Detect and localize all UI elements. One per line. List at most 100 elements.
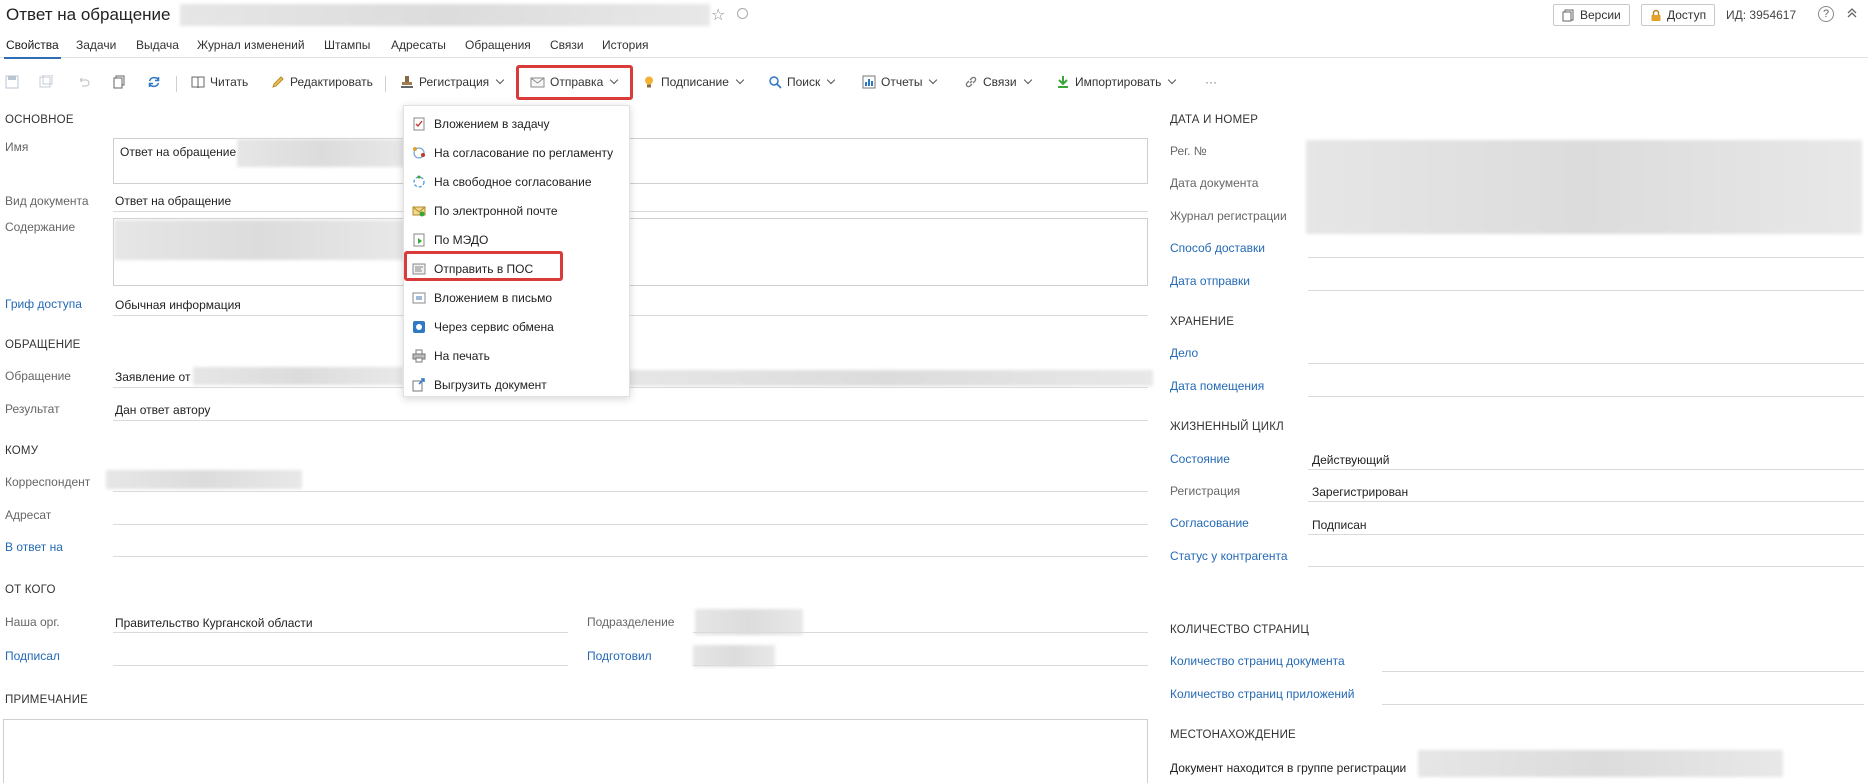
page-title: Ответ на обращение [6,5,171,24]
access-button[interactable]: Доступ [1641,4,1716,26]
collapse-icon[interactable] [1845,7,1859,21]
menu-item-attach-to-letter[interactable]: Вложением в письмо [412,288,552,308]
tab-appeals[interactable]: Обращения [465,38,531,52]
menu-item-regulated-approval[interactable]: На согласование по регламенту [412,143,613,163]
tab-addressees[interactable]: Адресаты [391,38,446,52]
save-icon[interactable] [5,75,19,89]
versions-label: Версии [1580,8,1621,22]
tab-change-log[interactable]: Журнал изменений [197,38,305,52]
name-value: Ответ на обращение [120,145,237,159]
menu-item-label: Вложением в задачу [434,117,550,131]
section-appeal: ОБРАЩЕНИЕ [5,339,81,351]
approval-link[interactable]: Согласование [1170,516,1249,530]
import-button[interactable]: Импортировать [1056,75,1177,89]
more-button[interactable]: ··· [1205,75,1217,89]
export-icon [412,378,425,392]
tab-links[interactable]: Связи [550,38,584,52]
section-date-number: ДАТА И НОМЕР [1170,114,1259,126]
pencil-icon [272,76,284,88]
stamp-icon [401,76,413,88]
free-approval-icon [413,175,425,188]
access-link[interactable]: Гриф доступа [5,297,82,311]
menu-item-attach-to-task[interactable]: Вложением в задачу [412,114,550,134]
result-value[interactable]: Дан ответ автору [115,403,210,417]
menu-item-export-document[interactable]: Выгрузить документ [412,375,547,395]
signed-link[interactable]: Подписал [5,649,60,663]
bulb-icon [645,76,653,88]
journal-label: Журнал регистрации [1170,209,1287,223]
menu-item-free-approval[interactable]: На свободное согласование [412,172,592,192]
help-icon[interactable]: ? [1818,6,1834,22]
doc-pages-link[interactable]: Количество страниц документа [1170,654,1345,668]
menu-item-label: По МЭДО [434,233,489,247]
section-location: МЕСТОНАХОЖДЕНИЕ [1170,729,1296,741]
reports-button[interactable]: Отчеты [862,75,938,89]
search-icon [769,76,782,89]
section-pages: КОЛИЧЕСТВО СТРАНИЦ [1170,624,1310,636]
menu-item-medo[interactable]: По МЭДО [412,230,488,250]
reg-data-redacted [1306,140,1862,234]
case-link[interactable]: Дело [1170,346,1198,360]
title-redacted [180,4,710,26]
menu-item-email[interactable]: По электронной почте [412,201,558,221]
tab-tasks[interactable]: Задачи [76,38,116,52]
reply-to-link[interactable]: В ответ на [5,540,63,554]
search-button[interactable]: Поиск [768,75,836,89]
state-value[interactable]: Действующий [1312,453,1389,467]
appeal-label: Обращение [5,369,71,383]
registration-button[interactable]: Регистрация [400,75,505,89]
send-button-highlight [516,65,633,100]
attach-pages-link[interactable]: Количество страниц приложений [1170,687,1354,701]
correspondent-redacted [106,470,302,489]
appeal-value[interactable]: Заявление от [115,370,190,384]
tab-stamps[interactable]: Штампы [324,38,370,52]
content-label: Содержание [5,220,76,234]
appeal-redacted [193,367,403,385]
note-field[interactable] [3,719,1148,783]
tab-history[interactable]: История [602,38,649,52]
menu-item-exchange-service[interactable]: Через сервис обмена [412,317,554,337]
copy-icon[interactable] [112,75,126,89]
menu-item-print[interactable]: На печать [412,346,490,366]
link-icon [965,76,977,88]
signing-label: Подписание [661,75,729,89]
access-value[interactable]: Обычная информация [115,298,241,312]
save-close-icon[interactable] [39,75,53,89]
addressee-label: Адресат [5,508,52,522]
lock-icon [1651,9,1661,21]
reports-label: Отчеты [881,75,923,89]
correspondent-label: Корреспондент [5,475,91,489]
links-button[interactable]: Связи [964,75,1032,89]
section-from: ОТ КОГО [5,584,56,596]
download-icon [1058,76,1068,88]
section-note: ПРИМЕЧАНИЕ [5,694,89,706]
undo-icon[interactable] [76,75,90,89]
versions-button[interactable]: Версии [1553,4,1630,26]
menu-item-label: На свободное согласование [434,175,592,189]
appeal-redacted-2 [625,370,1153,386]
section-lifecycle: ЖИЗНЕННЫЙ ЦИКЛ [1170,421,1284,433]
location-value: Документ находится в группе регистрации [1170,761,1407,775]
content-redacted [114,220,404,260]
section-main: ОСНОВНОЕ [5,114,74,126]
exchange-service-icon [413,321,425,333]
menu-item-label: Вложением в письмо [434,291,553,305]
menu-item-label: Через сервис обмена [434,320,554,334]
doctype-value[interactable]: Ответ на обращение [115,194,231,208]
placed-date-link[interactable]: Дата помещения [1170,379,1264,393]
approval-value[interactable]: Подписан [1312,518,1367,532]
our-org-value[interactable]: Правительство Курганской области [115,616,313,630]
send-date-link[interactable]: Дата отправки [1170,274,1250,288]
star-icon[interactable]: ☆ [711,5,725,25]
counterparty-status-link[interactable]: Статус у контрагента [1170,549,1288,563]
delivery-method-link[interactable]: Способ доставки [1170,241,1265,255]
refresh-icon[interactable] [147,75,161,89]
read-button[interactable]: Читать [191,75,248,89]
toolbar-separator [385,76,386,92]
tab-properties[interactable]: Свойства [4,38,61,59]
edit-button[interactable]: Редактировать [271,75,373,89]
state-link[interactable]: Состояние [1170,452,1230,466]
prepared-link[interactable]: Подготовил [587,649,652,663]
tab-issue[interactable]: Выдача [136,38,179,52]
signing-button[interactable]: Подписание [642,75,745,89]
